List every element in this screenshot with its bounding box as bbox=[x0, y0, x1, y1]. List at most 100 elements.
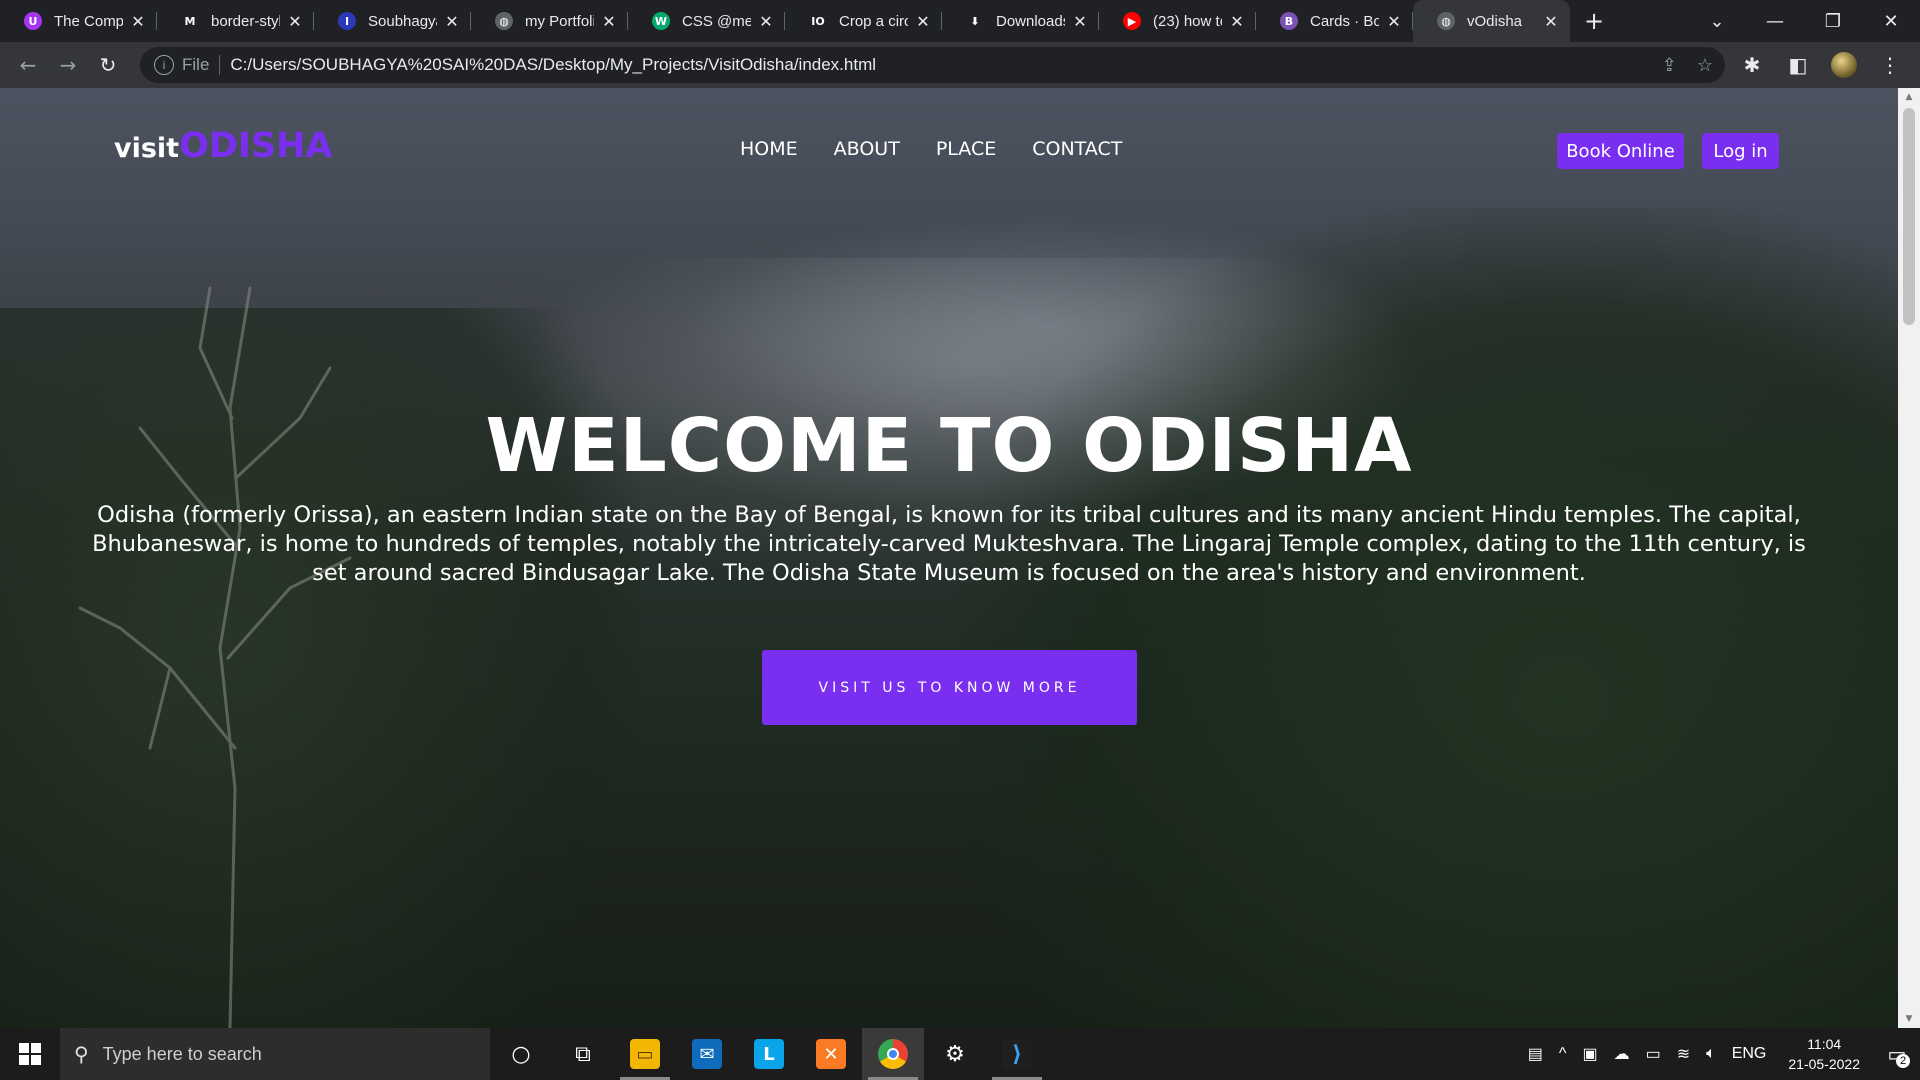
windows-taskbar: ⚲ Type here to search ○ ⧉ ▭ ✉ L ✕ ⚙ ⟩ ▤ … bbox=[0, 1028, 1920, 1080]
address-url[interactable]: C:/Users/SOUBHAGYA%20SAI%20DAS/Desktop/M… bbox=[230, 55, 876, 75]
tab-favicon-icon: U bbox=[24, 12, 42, 30]
profile-avatar-button[interactable] bbox=[1824, 45, 1864, 85]
tab-search-icon[interactable]: ⌄ bbox=[1688, 11, 1746, 32]
cortana-icon[interactable]: ○ bbox=[490, 1028, 552, 1080]
tab-close-icon[interactable]: ✕ bbox=[1228, 12, 1246, 31]
scroll-down-icon[interactable]: ▼ bbox=[1898, 1010, 1920, 1028]
notification-center-icon[interactable]: ▭ 2 bbox=[1874, 1028, 1920, 1080]
tab-close-icon[interactable]: ✕ bbox=[1542, 12, 1560, 31]
browser-tab[interactable]: ⬇ Downloads ✕ bbox=[942, 0, 1099, 42]
book-online-button[interactable]: Book Online bbox=[1557, 133, 1684, 169]
tab-title: Soubhagya bbox=[368, 12, 437, 30]
visit-us-button[interactable]: VISIT US TO KNOW MORE bbox=[762, 650, 1137, 725]
file-explorer-icon[interactable]: ▭ bbox=[614, 1028, 676, 1080]
browser-tab[interactable]: ◍ my Portfolio ✕ bbox=[471, 0, 628, 42]
tab-close-icon[interactable]: ✕ bbox=[600, 12, 618, 31]
volume-icon[interactable]: 🔈︎ bbox=[1698, 1045, 1724, 1063]
address-separator bbox=[219, 55, 221, 75]
nav-link-contact[interactable]: CONTACT bbox=[1032, 138, 1122, 160]
back-button[interactable]: ← bbox=[8, 45, 48, 85]
tab-favicon-icon: B bbox=[1280, 12, 1298, 30]
browser-toolbar: ← → ↻ i File C:/Users/SOUBHAGYA%20SAI%20… bbox=[0, 42, 1920, 88]
nav-link-place[interactable]: PLACE bbox=[936, 138, 996, 160]
new-tab-button[interactable]: + bbox=[1574, 0, 1614, 42]
page-viewport: visitODISHA HOME ABOUT PLACE CONTACT Book O… bbox=[0, 88, 1898, 1028]
extensions-icon[interactable]: ✱ bbox=[1732, 45, 1772, 85]
browser-tab[interactable]: U The Complete ✕ bbox=[0, 0, 157, 42]
tab-list: UThe Complete✕Mborder-style✕ISoubhagya✕◍… bbox=[0, 0, 1570, 42]
tab-close-icon[interactable]: ✕ bbox=[286, 12, 304, 31]
scroll-up-icon[interactable]: ▲ bbox=[1898, 88, 1920, 106]
battery-icon[interactable]: ▭ bbox=[1638, 1044, 1669, 1064]
clock-date: 21-05-2022 bbox=[1788, 1056, 1860, 1072]
page-scrollbar[interactable]: ▲ ▼ bbox=[1898, 88, 1920, 1028]
browser-tab[interactable]: IO Crop a circle ✕ bbox=[785, 0, 942, 42]
window-controls: ⌄ — ❐ ✕ bbox=[1688, 0, 1920, 42]
taskbar-search[interactable]: ⚲ Type here to search bbox=[60, 1028, 490, 1080]
app-l-icon[interactable]: L bbox=[738, 1028, 800, 1080]
taskbar-clock[interactable]: 11:04 21-05-2022 bbox=[1774, 1034, 1874, 1074]
onedrive-cloud-icon[interactable]: ☁ bbox=[1606, 1044, 1638, 1064]
tab-close-icon[interactable]: ✕ bbox=[757, 12, 775, 31]
nav-link-about[interactable]: ABOUT bbox=[834, 138, 900, 160]
start-button[interactable] bbox=[0, 1028, 60, 1080]
tab-close-icon[interactable]: ✕ bbox=[1071, 12, 1089, 31]
vscode-icon[interactable]: ⟩ bbox=[986, 1028, 1048, 1080]
browser-tab[interactable]: ◍ vOdisha ✕ bbox=[1413, 0, 1570, 42]
browser-tab[interactable]: ▶ (23) how to ✕ bbox=[1099, 0, 1256, 42]
wifi-icon[interactable]: ≋ bbox=[1669, 1044, 1698, 1064]
tab-close-icon[interactable]: ✕ bbox=[914, 12, 932, 31]
tab-title: my Portfolio bbox=[525, 12, 594, 30]
tab-title: Crop a circle bbox=[839, 12, 908, 30]
site-logo[interactable]: visitODISHA bbox=[114, 126, 333, 166]
background-tree bbox=[78, 286, 352, 1028]
mail-icon[interactable]: ✉ bbox=[676, 1028, 738, 1080]
show-hidden-icons-chevron-icon[interactable]: ^ bbox=[1551, 1045, 1575, 1063]
address-scheme-label: File bbox=[182, 55, 210, 74]
address-bar[interactable]: i File C:/Users/SOUBHAGYA%20SAI%20DAS/De… bbox=[140, 47, 1725, 83]
tab-close-icon[interactable]: ✕ bbox=[1385, 12, 1403, 31]
avatar bbox=[1831, 52, 1857, 78]
site-info-icon[interactable]: i bbox=[154, 55, 174, 75]
browser-tab[interactable]: I Soubhagya ✕ bbox=[314, 0, 471, 42]
tab-title: CSS @media bbox=[682, 12, 751, 30]
language-indicator[interactable]: ENG bbox=[1724, 1045, 1775, 1063]
tab-favicon-icon: ◍ bbox=[1437, 12, 1455, 30]
share-icon[interactable]: ⇪ bbox=[1662, 55, 1677, 76]
scrollbar-thumb[interactable] bbox=[1903, 108, 1915, 325]
close-window-button[interactable]: ✕ bbox=[1862, 11, 1920, 32]
task-view-icon[interactable]: ⧉ bbox=[552, 1028, 614, 1080]
browser-tab[interactable]: Mborder-style ✕ bbox=[157, 0, 314, 42]
tab-favicon-icon: M bbox=[181, 12, 199, 30]
tab-favicon-icon: ⬇ bbox=[966, 12, 984, 30]
tab-favicon-icon: I bbox=[338, 12, 356, 30]
hero-description: Odisha (formerly Orissa), an eastern Ind… bbox=[92, 502, 1806, 586]
meet-now-icon[interactable]: ▣ bbox=[1574, 1044, 1605, 1064]
news-widget-icon[interactable]: ▤ bbox=[1520, 1044, 1551, 1064]
tab-close-icon[interactable]: ✕ bbox=[129, 12, 147, 31]
nav-link-home[interactable]: HOME bbox=[740, 138, 798, 160]
restore-button[interactable]: ❐ bbox=[1804, 11, 1862, 32]
chrome-icon[interactable] bbox=[862, 1028, 924, 1080]
browser-tab[interactable]: B Cards · Boo ✕ bbox=[1256, 0, 1413, 42]
bookmark-star-icon[interactable]: ☆ bbox=[1697, 55, 1713, 76]
logo-name: ODISHA bbox=[179, 126, 333, 166]
minimize-button[interactable]: — bbox=[1746, 11, 1804, 32]
tab-title: border-style bbox=[211, 12, 280, 30]
login-button[interactable]: Log in bbox=[1702, 133, 1779, 169]
xampp-icon[interactable]: ✕ bbox=[800, 1028, 862, 1080]
side-panel-icon[interactable]: ◧ bbox=[1778, 45, 1818, 85]
tab-favicon-icon: IO bbox=[809, 12, 827, 30]
taskbar-search-placeholder: Type here to search bbox=[102, 1043, 262, 1064]
forward-button[interactable]: → bbox=[48, 45, 88, 85]
browser-tab[interactable]: W CSS @media ✕ bbox=[628, 0, 785, 42]
clock-time: 11:04 bbox=[1807, 1036, 1842, 1052]
search-icon: ⚲ bbox=[74, 1043, 89, 1066]
tab-favicon-icon: W bbox=[652, 12, 670, 30]
tab-close-icon[interactable]: ✕ bbox=[443, 12, 461, 31]
settings-gear-icon[interactable]: ⚙ bbox=[924, 1028, 986, 1080]
toolbar-right: ✱ ◧ ⋮ bbox=[1732, 42, 1920, 88]
menu-kebab-icon[interactable]: ⋮ bbox=[1870, 45, 1910, 85]
reload-button[interactable]: ↻ bbox=[88, 45, 128, 85]
tab-title: Downloads bbox=[996, 12, 1065, 30]
